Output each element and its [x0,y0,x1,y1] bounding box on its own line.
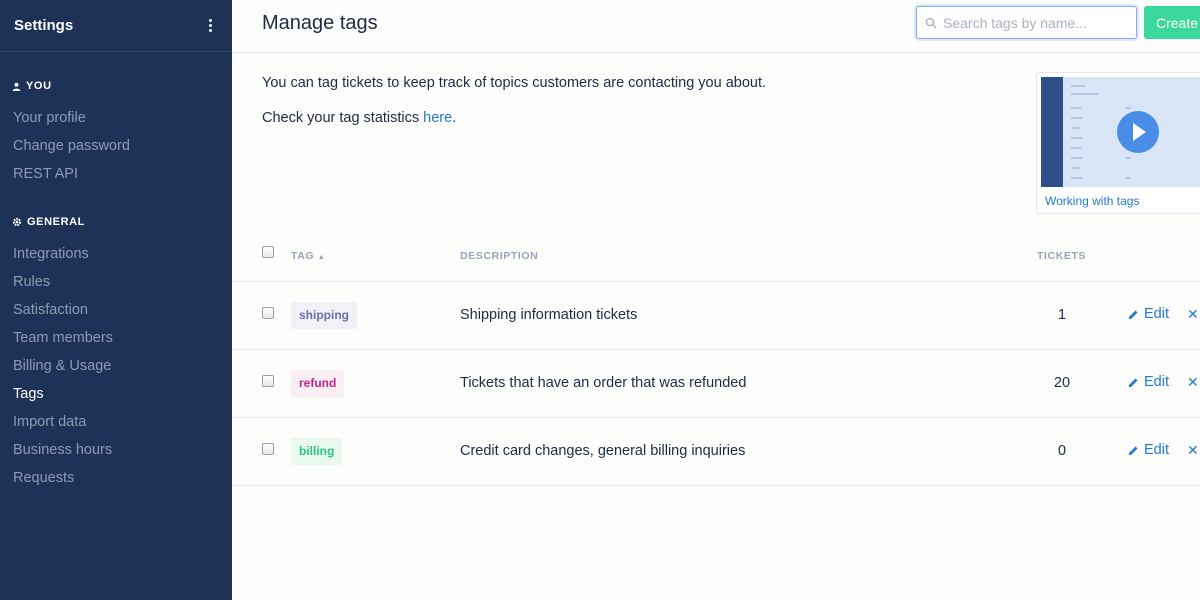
intro-text: You can tag tickets to keep track of top… [262,74,766,144]
row-checkbox[interactable] [262,375,274,387]
pencil-icon [1129,310,1138,319]
sidebar-section-you: YOU Your profile Change password REST AP… [0,80,232,188]
tag-description: Tickets that have an order that was refu… [460,375,747,391]
sidebar-item-requests[interactable]: Requests [0,464,232,492]
delete-icon[interactable]: ✕ [1187,306,1199,323]
sidebar-item-change-password[interactable]: Change password [0,132,232,160]
sidebar-item-your-profile[interactable]: Your profile [0,104,232,132]
tag-pill[interactable]: refund [291,370,345,397]
tickets-count: 0 [1057,443,1067,459]
pencil-icon [1129,446,1138,455]
row-checkbox[interactable] [262,443,274,455]
sidebar-item-rules[interactable]: Rules [0,268,232,296]
user-icon [12,82,21,91]
sidebar-item-business-hours[interactable]: Business hours [0,436,232,464]
pencil-icon [1129,378,1138,387]
page-header: Manage tags Create [232,0,1200,53]
tags-table: TAG ▲ DESCRIPTION TICKETS shipping Shipp… [232,229,1200,486]
table-header: TAG ▲ DESCRIPTION TICKETS [232,229,1200,282]
video-thumbnail[interactable] [1041,77,1200,187]
search-input[interactable] [943,14,1123,31]
tag-description: Shipping information tickets [460,307,638,323]
video-card[interactable]: Working with tags [1036,72,1200,214]
intro-line: You can tag tickets to keep track of top… [262,75,767,91]
page-title: Manage tags [262,12,378,34]
column-header-tag[interactable]: TAG ▲ [291,250,325,262]
tag-pill[interactable]: shipping [291,302,357,329]
gear-icon [12,217,22,227]
search-icon [925,17,937,28]
sidebar-item-rest-api[interactable]: REST API [0,160,232,188]
more-options-icon[interactable] [202,18,218,34]
tag-description: Credit card changes, general billing inq… [460,443,746,459]
tickets-count: 20 [1053,375,1071,391]
play-icon[interactable] [1117,111,1159,153]
sidebar-item-import-data[interactable]: Import data [0,408,232,436]
sidebar-title: Settings [14,17,74,34]
table-row: refund Tickets that have an order that w… [232,350,1200,418]
sidebar-item-satisfaction[interactable]: Satisfaction [0,296,232,324]
column-header-tickets: TICKETS [1037,250,1087,262]
stats-line: Check your tag statistics here. [262,110,457,126]
sidebar-item-integrations[interactable]: Integrations [0,240,232,268]
column-header-description: DESCRIPTION [460,250,539,262]
search-box[interactable] [916,6,1137,39]
table-row: billing Credit card changes, general bil… [232,418,1200,486]
statistics-link[interactable]: here [423,110,452,126]
table-row: shipping Shipping information tickets 1 … [232,282,1200,350]
create-tag-button[interactable]: Create [1144,6,1200,39]
select-all-checkbox[interactable] [262,246,274,258]
video-caption[interactable]: Working with tags [1045,194,1139,208]
section-label-general: GENERAL [27,216,85,228]
tag-pill[interactable]: billing [291,438,343,465]
edit-button[interactable]: Edit [1128,442,1169,458]
section-label-you: YOU [26,80,52,92]
sort-ascending-icon: ▲ [317,254,326,261]
edit-button[interactable]: Edit [1128,374,1169,390]
delete-icon[interactable]: ✕ [1187,374,1199,391]
tickets-count: 1 [1057,307,1067,323]
edit-button[interactable]: Edit [1128,306,1169,322]
sidebar: Settings YOU Your profile Change passwor… [0,0,232,600]
sidebar-item-team-members[interactable]: Team members [0,324,232,352]
sidebar-section-general: GENERAL Integrations Rules Satisfaction … [0,216,232,492]
delete-icon[interactable]: ✕ [1187,442,1199,459]
sidebar-item-billing-usage[interactable]: Billing & Usage [0,352,232,380]
sidebar-header: Settings [0,0,232,52]
row-checkbox[interactable] [262,307,274,319]
sidebar-item-tags[interactable]: Tags [0,380,232,408]
